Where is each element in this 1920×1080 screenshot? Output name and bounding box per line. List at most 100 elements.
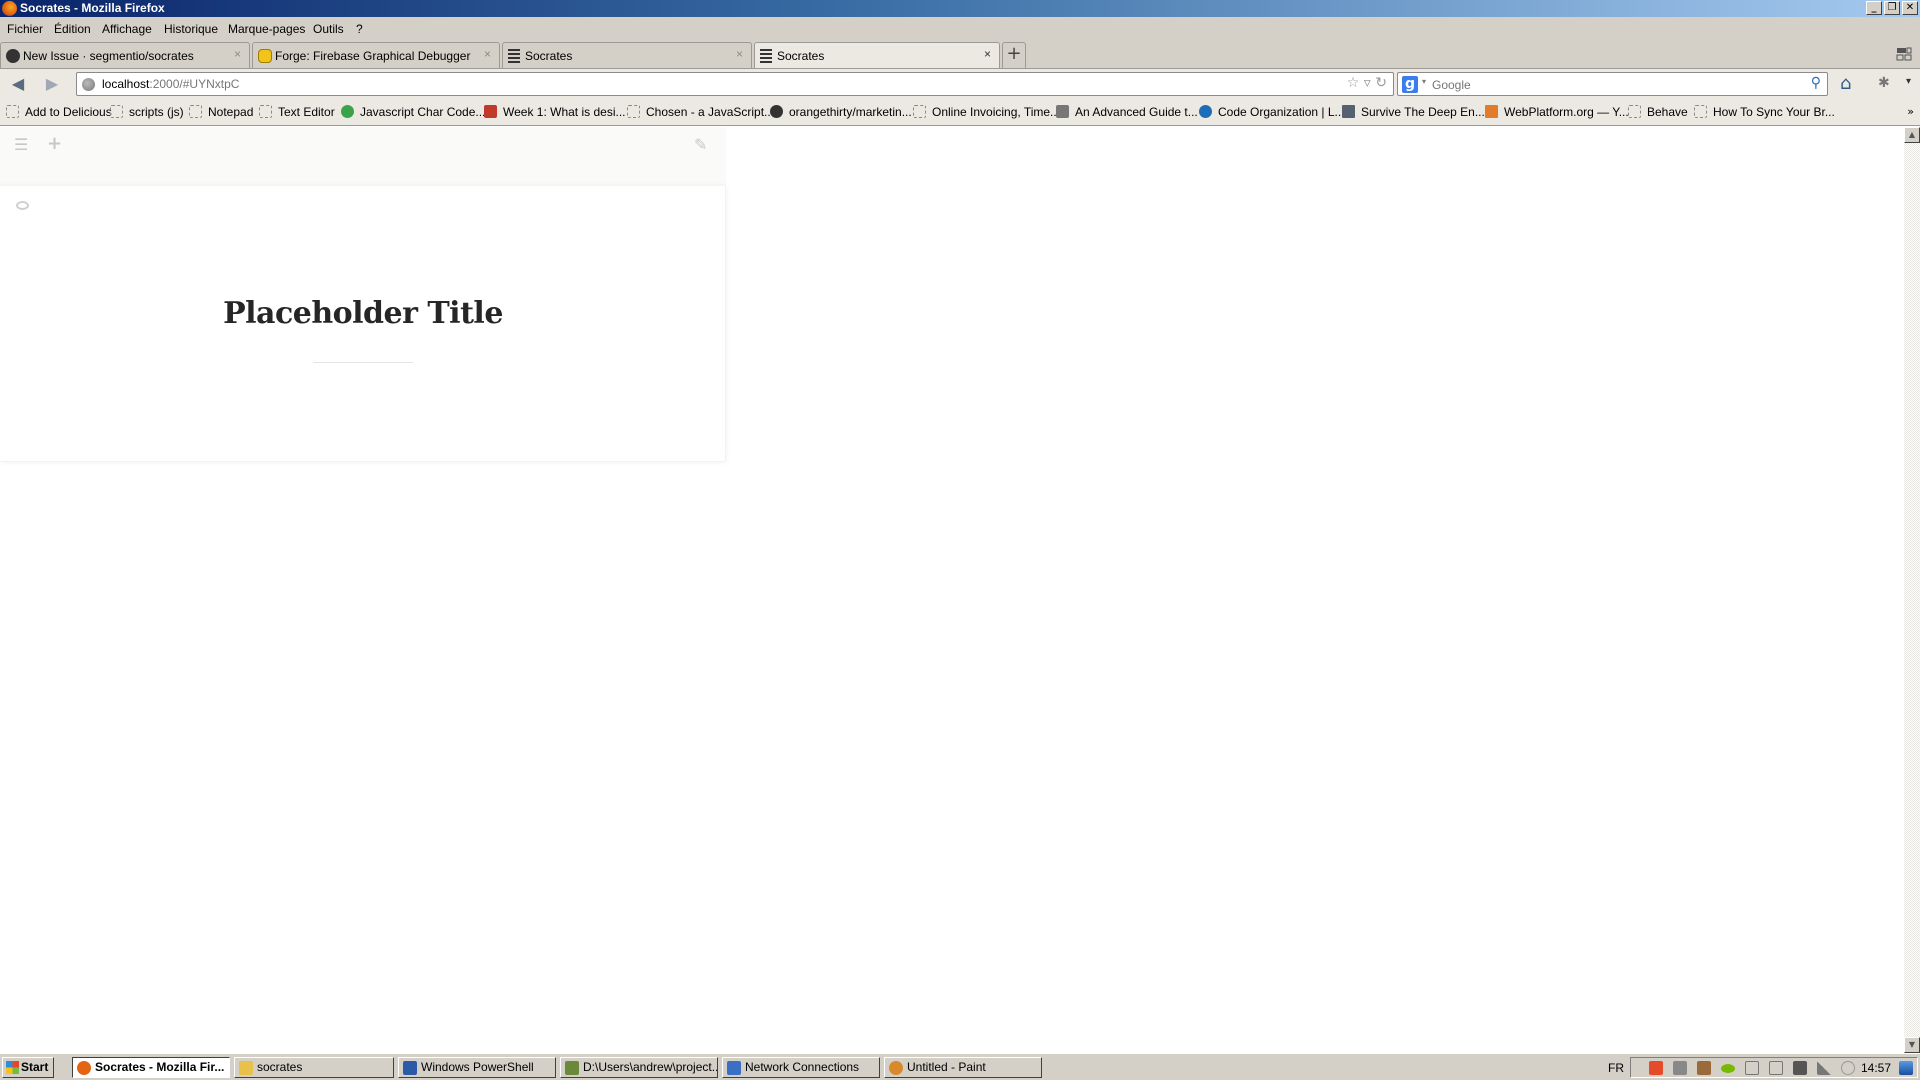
toolbar-menu-dropdown-icon[interactable]: ▾ [1906, 76, 1911, 87]
task-label: socrates [257, 1060, 303, 1074]
addon-icon[interactable]: ✱ [1878, 75, 1890, 91]
bookmark-item[interactable]: Week 1: What is desi... [484, 105, 626, 119]
eye-icon[interactable] [16, 201, 29, 210]
signal-icon[interactable] [1817, 1061, 1831, 1075]
search-icon[interactable]: ⚲ [1811, 75, 1821, 91]
url-bar[interactable]: localhost:2000/#UYNxtpC ☆ ▿ ↻ [76, 72, 1394, 96]
home-icon[interactable]: ⌂ [1840, 73, 1851, 94]
clock[interactable]: 14:57 [1861, 1061, 1891, 1075]
tab-socrates[interactable]: Socrates × [502, 42, 752, 68]
bookmark-item[interactable]: Notepad [189, 105, 253, 119]
menu-fichier[interactable]: Fichier [7, 22, 43, 36]
new-tab-button[interactable]: + [1002, 42, 1026, 68]
scroll-down-button[interactable]: ▼ [1904, 1037, 1920, 1053]
bookmark-item[interactable]: Javascript Char Code... [341, 105, 485, 119]
edit-icon[interactable]: ✎ [694, 135, 707, 154]
bookmarks-toolbar: Add to Delicious scripts (js) Notepad Te… [0, 100, 1920, 126]
bookmark-item[interactable]: Chosen - a JavaScript... [627, 105, 774, 119]
menu-icon[interactable]: ☰ [14, 135, 28, 154]
bookmark-item[interactable]: orangethirty/marketin... [770, 105, 912, 119]
close-window-button[interactable]: ✕ [1902, 1, 1918, 15]
bookmark-item[interactable]: An Advanced Guide t... [1056, 105, 1198, 119]
close-tab-icon[interactable]: × [736, 47, 743, 61]
task-label: Untitled - Paint [907, 1060, 986, 1074]
start-button[interactable]: Start [2, 1057, 54, 1078]
minimize-button[interactable]: _ [1866, 1, 1882, 15]
tab-forge[interactable]: Forge: Firebase Graphical Debugger × [252, 42, 500, 68]
taskbar-item-network[interactable]: Network Connections [722, 1057, 880, 1078]
menu-historique[interactable]: Historique [164, 22, 218, 36]
bookmark-star-reload-icons[interactable]: ☆ ▿ ↻ [1347, 75, 1387, 91]
bookmark-item[interactable]: scripts (js) [110, 105, 184, 119]
forward-button[interactable]: ▶ [42, 75, 62, 93]
url-text[interactable]: localhost:2000/#UYNxtpC [102, 77, 239, 91]
app-tray-icon[interactable] [1697, 1061, 1711, 1075]
bookmark-item[interactable]: Code Organization | L... [1199, 105, 1345, 119]
task-label: Network Connections [745, 1060, 860, 1074]
close-tab-icon[interactable]: × [484, 47, 491, 61]
laptop-icon[interactable] [1793, 1061, 1807, 1075]
bookmark-item[interactable]: Behave [1628, 105, 1688, 119]
scroll-up-button[interactable]: ▲ [1904, 127, 1920, 143]
menu-marque-pages[interactable]: Marque-pages [228, 22, 305, 36]
menu-outils[interactable]: Outils [313, 22, 344, 36]
url-path: :2000/#UYNxtpC [149, 77, 240, 91]
taskbar-item-editor[interactable]: D:\Users\andrew\project... [560, 1057, 718, 1078]
flag-icon[interactable] [1745, 1061, 1759, 1075]
nvidia-icon[interactable] [1721, 1064, 1735, 1073]
tab-new-issue[interactable]: New Issue · segmentio/socrates × [0, 42, 250, 68]
add-icon[interactable]: + [47, 133, 62, 154]
document-preview-card: Placeholder Title [0, 186, 726, 462]
bookmark-item[interactable]: How To Sync Your Br... [1694, 105, 1835, 119]
bookmark-label: WebPlatform.org — Y... [1504, 105, 1629, 119]
search-bar[interactable]: g ▾ ⚲ [1397, 72, 1828, 96]
language-indicator[interactable]: FR [1608, 1061, 1624, 1075]
bookmark-item[interactable]: Text Editor [259, 105, 335, 119]
bookmark-item[interactable]: Survive The Deep En... [1342, 105, 1485, 119]
restore-button[interactable]: ❐ [1884, 1, 1900, 15]
google-icon[interactable]: g [1402, 76, 1418, 93]
github-icon [770, 105, 783, 118]
avg-icon[interactable] [1649, 1061, 1663, 1075]
search-engine-dropdown-icon[interactable]: ▾ [1422, 77, 1426, 86]
bookmark-label: An Advanced Guide t... [1075, 105, 1198, 119]
taskbar-item-paint[interactable]: Untitled - Paint [884, 1057, 1042, 1078]
power-plug-icon[interactable] [1769, 1061, 1783, 1075]
bookmark-label: Week 1: What is desi... [503, 105, 626, 119]
tab-socrates-active[interactable]: Socrates × [754, 42, 1000, 69]
github-icon [6, 49, 20, 63]
firebase-icon [258, 49, 272, 63]
show-desktop-icon[interactable] [1899, 1061, 1913, 1075]
close-tab-icon[interactable]: × [984, 47, 991, 61]
bookmark-page-icon [1628, 105, 1641, 118]
close-tab-icon[interactable]: × [234, 47, 241, 61]
tab-groups-icon[interactable] [1896, 46, 1912, 62]
tab-label: Socrates [777, 49, 825, 63]
search-input[interactable] [1432, 76, 1792, 93]
menu-affichage[interactable]: Affichage [102, 22, 152, 36]
bookmark-page-icon [110, 105, 123, 118]
back-button[interactable]: ◀ [8, 75, 28, 93]
network-icon [727, 1061, 741, 1075]
menu-edition[interactable]: Édition [54, 22, 91, 36]
taskbar-item-folder[interactable]: socrates [234, 1057, 394, 1078]
window-title-bar: Socrates - Mozilla Firefox _ ❐ ✕ [0, 0, 1920, 17]
bookmark-label: Behave [1647, 105, 1688, 119]
taskbar-item-powershell[interactable]: Windows PowerShell [398, 1057, 556, 1078]
taskbar-item-firefox[interactable]: Socrates - Mozilla Fir... [72, 1057, 230, 1078]
jquery-icon [1199, 105, 1212, 118]
tab-label: Forge: Firebase Graphical Debugger [275, 49, 471, 63]
bookmark-item[interactable]: WebPlatform.org — Y... [1485, 105, 1629, 119]
bookmark-item[interactable]: Add to Delicious [6, 105, 112, 119]
volume-icon[interactable] [1841, 1061, 1855, 1075]
lock-icon[interactable] [1673, 1061, 1687, 1075]
menu-help[interactable]: ? [356, 22, 363, 36]
bookmark-item[interactable]: Online Invoicing, Time... [913, 105, 1060, 119]
editor-toolbar: ☰ + ✎ [0, 127, 726, 186]
bookmarks-overflow-button[interactable]: » [1907, 105, 1914, 118]
notepad-icon [565, 1061, 579, 1075]
taskbar: Start Socrates - Mozilla Fir... socrates… [0, 1053, 1920, 1080]
bookmark-label: Online Invoicing, Time... [932, 105, 1061, 119]
bookmark-page-icon [189, 105, 202, 118]
vertical-scrollbar[interactable]: ▲ ▼ [1904, 127, 1920, 1053]
